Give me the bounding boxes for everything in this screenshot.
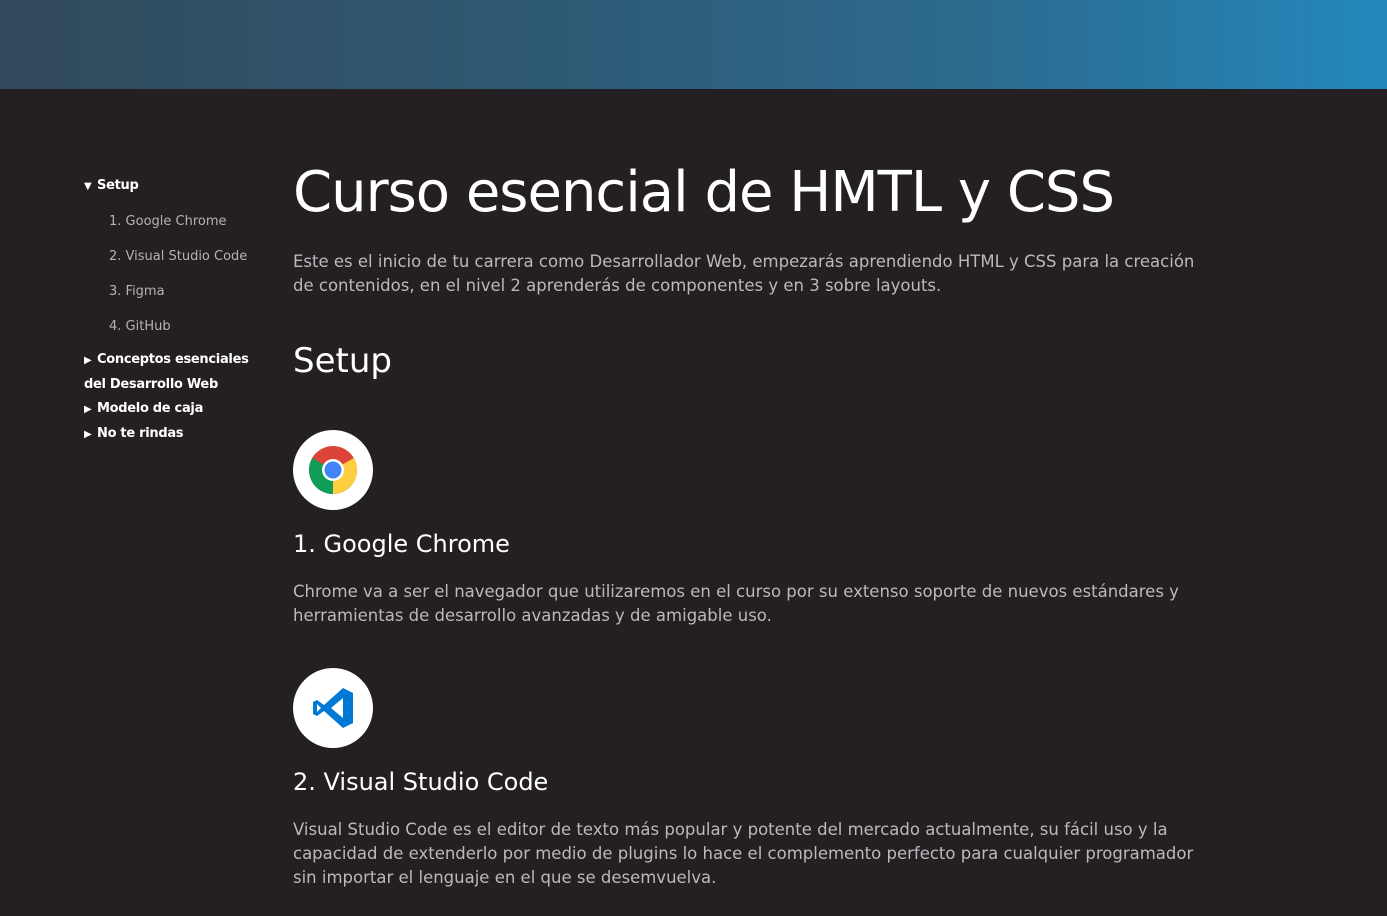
main-content: Curso esencial de HMTL y CSS Este es el … <box>293 150 1213 890</box>
sidebar-group-conceptos[interactable]: ▶ Conceptos esenciales del Desarrollo Web <box>84 348 274 397</box>
collapsed-triangle-icon: ▶ <box>84 429 92 440</box>
sidebar-group-label: Conceptos esenciales del Desarrollo Web <box>84 352 249 392</box>
intro-paragraph: Este es el inicio de tu carrera como Des… <box>293 252 1195 295</box>
tool-title-vscode: 2. Visual Studio Code <box>293 768 549 796</box>
expanded-triangle-icon: ▼ <box>84 181 92 192</box>
tool-description-chrome: Chrome va a ser el navegador que utiliza… <box>293 582 1179 625</box>
sidebar-group-modelo-de-caja[interactable]: ▶ Modelo de caja <box>84 397 274 422</box>
tool-description-vscode: Visual Studio Code es el editor de texto… <box>293 820 1194 887</box>
collapsed-triangle-icon: ▶ <box>84 404 92 415</box>
chrome-icon <box>293 430 373 510</box>
sidebar-group-label: Modelo de caja <box>97 401 204 416</box>
header-banner <box>0 0 1387 89</box>
section-title-setup: Setup <box>293 341 392 381</box>
sidebar-group-no-te-rindas[interactable]: ▶ No te rindas <box>84 422 274 447</box>
collapsed-triangle-icon: ▶ <box>84 355 92 366</box>
sidebar-group-label: Setup <box>97 178 139 193</box>
sidebar-group-label: No te rindas <box>97 426 184 441</box>
sidebar-group-setup[interactable]: ▼ Setup <box>84 174 274 199</box>
sidebar-item-github[interactable]: 4. GitHub <box>84 315 274 350</box>
vscode-icon <box>293 668 373 748</box>
sidebar-item-figma[interactable]: 3. Figma <box>84 280 274 315</box>
setup-subitems: 1. Google Chrome 2. Visual Studio Code 3… <box>84 210 274 350</box>
sidebar-item-visual-studio-code[interactable]: 2. Visual Studio Code <box>84 245 274 280</box>
tool-title-chrome: 1. Google Chrome <box>293 530 510 558</box>
sidebar-nav: ▼ Setup 1. Google Chrome 2. Visual Studio… <box>84 174 274 447</box>
page-title: Curso esencial de HMTL y CSS <box>293 160 1115 225</box>
sidebar-item-google-chrome[interactable]: 1. Google Chrome <box>84 210 274 245</box>
